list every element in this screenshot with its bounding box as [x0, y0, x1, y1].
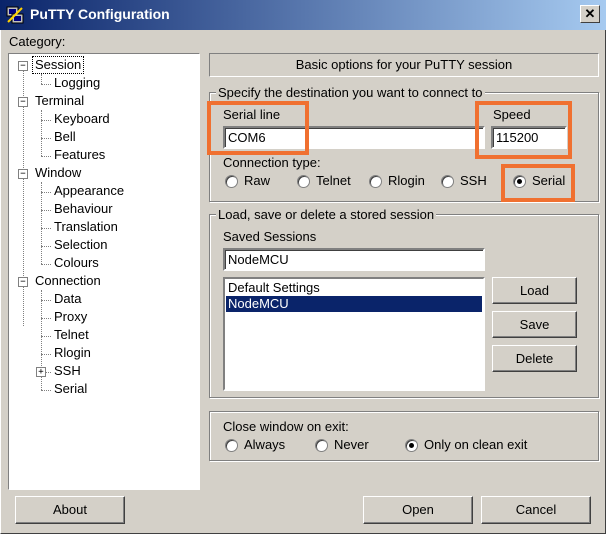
- connection-collapse-icon[interactable]: −: [18, 277, 28, 287]
- window-title: PuTTY Configuration: [30, 6, 170, 22]
- session-banner: Basic options for your PuTTY session: [209, 53, 599, 77]
- always-radio[interactable]: [225, 439, 238, 452]
- tree-item-ssh[interactable]: SSH: [54, 363, 81, 379]
- clean-exit-radio[interactable]: [405, 439, 418, 452]
- stored-session-group-title: Load, save or delete a stored session: [216, 207, 437, 222]
- ssh-radio[interactable]: [441, 175, 454, 188]
- tree-item-window[interactable]: Window: [35, 165, 81, 181]
- tree-item-proxy[interactable]: Proxy: [54, 309, 87, 325]
- category-label: Category:: [9, 34, 66, 49]
- tree-item-serial[interactable]: Serial: [54, 381, 87, 397]
- session-collapse-icon[interactable]: −: [18, 61, 28, 71]
- list-item[interactable]: Default Settings: [226, 280, 482, 296]
- category-tree: − − − − + Session Logging Terminal Keybo…: [8, 53, 200, 490]
- saved-sessions-label: Saved Sessions: [223, 229, 317, 244]
- telnet-radio[interactable]: [297, 175, 310, 188]
- tree-item-rlogin[interactable]: Rlogin: [54, 345, 91, 361]
- cancel-button[interactable]: Cancel: [481, 496, 591, 524]
- ssh-expand-icon[interactable]: +: [36, 367, 46, 377]
- tree-item-keyboard[interactable]: Keyboard: [54, 111, 110, 127]
- tree-item-behaviour[interactable]: Behaviour: [54, 201, 113, 217]
- saved-sessions-input[interactable]: NodeMCU: [223, 248, 485, 271]
- sessions-list[interactable]: Default Settings NodeMCU: [223, 277, 485, 391]
- save-button[interactable]: Save: [492, 311, 577, 338]
- rlogin-radio-label[interactable]: Rlogin: [388, 173, 425, 188]
- raw-radio[interactable]: [225, 175, 238, 188]
- close-window-label: Close window on exit:: [223, 419, 349, 434]
- raw-radio-label[interactable]: Raw: [244, 173, 270, 188]
- connection-type-label: Connection type:: [223, 155, 321, 170]
- close-button[interactable]: ✕: [580, 5, 600, 23]
- ssh-radio-label[interactable]: SSH: [460, 173, 487, 188]
- rlogin-radio[interactable]: [369, 175, 382, 188]
- tree-item-terminal[interactable]: Terminal: [35, 93, 84, 109]
- tree-item-features[interactable]: Features: [54, 147, 105, 163]
- tree-item-data[interactable]: Data: [54, 291, 81, 307]
- terminal-collapse-icon[interactable]: −: [18, 97, 28, 107]
- tree-item-selection[interactable]: Selection: [54, 237, 107, 253]
- tree-item-bell[interactable]: Bell: [54, 129, 76, 145]
- serial-line-highlight: [207, 101, 309, 155]
- tree-item-session[interactable]: Session: [32, 56, 85, 74]
- tree-item-appearance[interactable]: Appearance: [54, 183, 124, 199]
- tree-item-translation[interactable]: Translation: [54, 219, 118, 235]
- destination-group-title: Specify the destination you want to conn…: [216, 85, 485, 100]
- about-button[interactable]: About: [15, 496, 125, 524]
- speed-highlight: [475, 101, 572, 159]
- close-icon: ✕: [584, 6, 596, 21]
- never-radio-label[interactable]: Never: [334, 437, 369, 452]
- tree-item-telnet[interactable]: Telnet: [54, 327, 89, 343]
- clean-exit-radio-label[interactable]: Only on clean exit: [424, 437, 527, 452]
- window-collapse-icon[interactable]: −: [18, 169, 28, 179]
- tree-item-connection[interactable]: Connection: [35, 273, 101, 289]
- load-button[interactable]: Load: [492, 277, 577, 304]
- open-button[interactable]: Open: [363, 496, 473, 524]
- never-radio[interactable]: [315, 439, 328, 452]
- telnet-radio-label[interactable]: Telnet: [316, 173, 351, 188]
- serial-highlight: [501, 164, 575, 202]
- tree-item-logging[interactable]: Logging: [54, 75, 100, 91]
- always-radio-label[interactable]: Always: [244, 437, 285, 452]
- list-item-selected[interactable]: NodeMCU: [226, 296, 482, 312]
- putty-icon: [6, 6, 24, 24]
- delete-button[interactable]: Delete: [492, 345, 577, 372]
- tree-item-colours[interactable]: Colours: [54, 255, 99, 271]
